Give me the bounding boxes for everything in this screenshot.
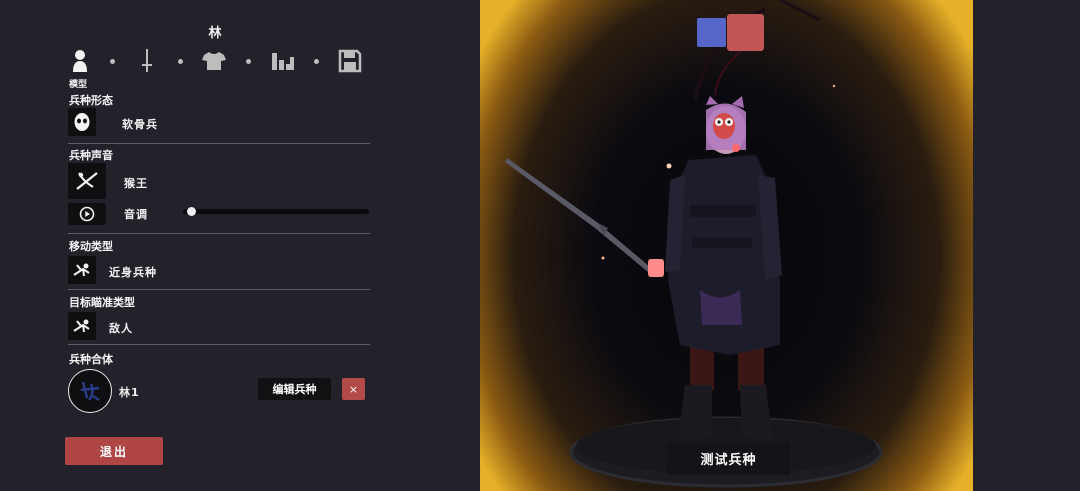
remove-merge-button[interactable]: × [342,378,365,400]
tab-separator [314,59,319,64]
move-type-value: 近身兵种 [109,266,157,279]
unit-preview-figure [505,0,883,488]
voice-play-button[interactable] [68,203,106,225]
melee-unit-icon [73,319,90,333]
skull-mask-icon [74,113,90,131]
team-color-blue[interactable] [697,18,726,47]
unit-voice-value: 猴王 [124,177,148,190]
merged-unit-name: 林1 [119,386,140,399]
move-type-title: 移动类型 [69,240,113,253]
calligraphy-icon [80,381,100,401]
divider [68,233,370,234]
target-type-value: 敌人 [109,322,133,335]
save-icon [338,49,362,73]
pitch-slider[interactable] [183,209,369,214]
divider [68,143,370,144]
unit-name: 林 [208,26,222,41]
unit-form-title: 兵种形态 [69,94,113,107]
sword-icon [142,49,152,72]
target-type-icon[interactable] [68,312,96,340]
tab-separator [246,59,251,64]
unit-preview-stage[interactable] [480,0,973,491]
tab-stats[interactable] [269,46,297,76]
tab-separator [110,59,115,64]
test-unit-button[interactable]: 测试兵种 [667,442,790,475]
tab-separator [178,59,183,64]
pitch-slider-knob[interactable] [186,207,196,216]
edit-unit-button[interactable]: 编辑兵种 [258,378,331,400]
monkey-king-icon [76,172,98,190]
bars-icon [272,53,294,70]
merge-title: 兵种合体 [69,353,113,366]
play-icon [79,206,95,222]
tab-weapons[interactable] [133,46,161,76]
exit-button[interactable]: 退出 [65,437,163,465]
tab-clothing[interactable] [200,46,228,76]
unit-voice-title: 兵种声音 [69,149,113,162]
tab-model-label: 模型 [69,80,88,90]
target-type-title: 目标瞄准类型 [69,296,135,309]
person-icon [73,50,87,72]
tab-model[interactable] [66,46,94,76]
tab-save[interactable] [336,46,364,76]
pitch-label: 音调 [124,208,148,221]
editor-tabs [66,46,366,80]
unit-form-icon[interactable] [68,108,96,136]
unit-voice-icon[interactable] [68,163,106,199]
team-color-red[interactable] [727,14,764,51]
shirt-icon [202,52,226,70]
melee-unit-icon [73,263,90,277]
move-type-icon[interactable] [68,256,96,284]
merged-unit-avatar[interactable] [68,369,112,413]
divider [68,344,370,345]
unit-form-value: 软骨兵 [122,118,158,131]
divider [68,289,370,290]
